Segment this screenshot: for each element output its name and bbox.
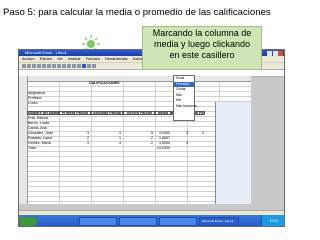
minimize-button[interactable] (267, 50, 272, 56)
header-segunda-parcial: Segunda Parcial (91, 111, 123, 115)
open-icon[interactable] (27, 64, 31, 68)
taskbar-clock: 10:41 (261, 215, 284, 226)
excel-window: Microsoft Excel - Libro1 Archivo Edición… (18, 49, 285, 227)
menu-ver[interactable]: Ver (57, 56, 63, 62)
header-media: Media (155, 111, 171, 115)
header-primera-parcial: Primera Parcial (59, 111, 91, 115)
menu-herramientas[interactable]: Herramientas (105, 56, 128, 62)
copy-icon[interactable] (57, 64, 61, 68)
taskbar: Microsoft Excel - Libro1 10:41 (19, 215, 284, 226)
chart-icon[interactable] (92, 64, 96, 68)
print-icon[interactable] (37, 64, 41, 68)
autosum-icon[interactable] (82, 64, 86, 68)
sheet-title: CALIFICACIONES (89, 81, 120, 85)
student-p2: 4 (119, 141, 121, 145)
student-final: 4 (186, 141, 188, 145)
menu-formato[interactable]: Formato (86, 56, 100, 62)
total-label: Total (28, 146, 36, 150)
menu-archivo[interactable]: Archivo (22, 56, 35, 62)
taskbar-item[interactable] (159, 217, 197, 226)
student-p3: 2 (151, 141, 153, 145)
close-button[interactable] (278, 50, 283, 56)
header-tercera-parcial: Tercera Parcial (123, 111, 155, 115)
header-nombre: Nombre del alumno (27, 111, 59, 115)
callout-line: en este casillero (169, 50, 235, 60)
slide-title: Paso 5: para calcular la media o promedi… (3, 7, 271, 18)
link-icon[interactable] (77, 64, 81, 68)
taskbar-item-excel[interactable]: Microsoft Excel - Libro1 (199, 217, 239, 226)
taskbar-item[interactable] (119, 217, 157, 226)
callout-line: media y luego clickando (153, 39, 251, 49)
save-icon[interactable] (32, 64, 36, 68)
task-pane[interactable] (215, 102, 251, 204)
new-icon[interactable] (22, 64, 26, 68)
redo-icon[interactable] (72, 64, 76, 68)
autosum-dropdown: Suma Promedio Contar Máx Mín Más funcion… (173, 75, 199, 121)
window-title: Microsoft Excel - Libro1 (25, 50, 67, 55)
student-p1: 3 (87, 141, 89, 145)
column-headers[interactable] (19, 76, 251, 82)
total-value: 24,0000 (157, 146, 170, 150)
spelling-icon[interactable] (47, 64, 51, 68)
undo-icon[interactable] (67, 64, 71, 68)
instruction-callout: Marcando la columna de media y luego cli… (142, 26, 262, 70)
cut-icon[interactable] (52, 64, 56, 68)
preview-icon[interactable] (42, 64, 46, 68)
paste-icon[interactable] (62, 64, 66, 68)
dropdown-item-mas-funciones[interactable]: Más funciones... (174, 104, 199, 110)
menu-insertar[interactable]: Insertar (68, 56, 81, 62)
start-button[interactable] (20, 217, 37, 226)
info-curso: Curso (28, 101, 38, 105)
worksheet: CALIFICACIONES Asignatura Profesor Curso… (19, 76, 251, 204)
menu-edicion[interactable]: Edición (40, 56, 52, 62)
callout-line: Marcando la columna de (152, 28, 252, 38)
taskbar-item[interactable] (79, 217, 117, 226)
sort-icon[interactable] (87, 64, 91, 68)
maximize-button[interactable] (272, 50, 278, 56)
student-nota (189, 141, 204, 146)
row-headers[interactable] (19, 76, 28, 204)
